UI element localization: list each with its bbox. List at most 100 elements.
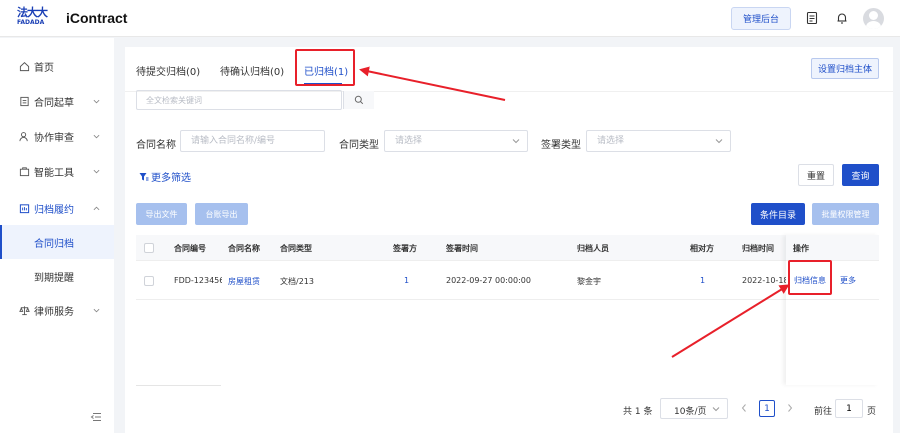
- chevron-down-icon: [93, 169, 100, 173]
- column-header: 合同编号: [174, 244, 206, 253]
- row-checkbox[interactable]: [144, 276, 154, 286]
- contract-name-label: 合同名称: [136, 140, 176, 151]
- sidebar-item-label: 首页: [34, 62, 54, 74]
- cell-archive-time: 2022-10-18: [742, 276, 786, 285]
- cell-signers-link[interactable]: 1: [404, 276, 409, 285]
- archive-icon: [19, 203, 30, 213]
- chevron-up-icon: [93, 206, 100, 210]
- more-filter-link[interactable]: 更多筛选: [139, 169, 191, 184]
- operation-column: 操作 归档信息 更多: [786, 235, 879, 385]
- sign-type-label: 签署类型: [541, 140, 581, 151]
- logo-cn-text: 法大大: [17, 6, 48, 19]
- goto-label: 前往: [814, 407, 833, 417]
- toolbox-icon: [19, 166, 30, 176]
- chevron-down-icon: [93, 99, 100, 103]
- sidebar-item-drafting[interactable]: 合同起草: [0, 84, 114, 118]
- search-icon: [354, 95, 364, 105]
- batch-permission-button[interactable]: 批量权限管理: [812, 203, 879, 225]
- contract-name-input[interactable]: [181, 131, 324, 151]
- sidebar-item-smart-tools[interactable]: 智能工具: [0, 154, 114, 188]
- filter-icon: [139, 172, 149, 180]
- top-header: 法大大 FADADA iContract 管理后台: [0, 0, 900, 37]
- cell-contract-type: 文档/213: [280, 277, 314, 286]
- query-button[interactable]: 查询: [842, 164, 879, 186]
- contract-type-input[interactable]: [385, 131, 527, 151]
- page-size-select[interactable]: 10条/页: [660, 398, 728, 419]
- cell-counterparty-link[interactable]: 1: [700, 276, 705, 285]
- export-file-button[interactable]: 导出文件: [136, 203, 187, 225]
- contract-name-field: [180, 130, 325, 152]
- ledger-export-button[interactable]: 台账导出: [195, 203, 248, 225]
- chevron-down-icon: [93, 134, 100, 138]
- admin-console-button[interactable]: 管理后台: [731, 7, 791, 30]
- app-title: iContract: [66, 10, 128, 26]
- fulltext-search: [136, 90, 374, 110]
- column-header: 签署时间: [446, 244, 478, 253]
- horizontal-scrollbar[interactable]: [136, 385, 221, 386]
- draft-icon: [20, 96, 29, 106]
- sidebar-subitem-contract-archive[interactable]: 合同归档: [0, 225, 114, 259]
- sidebar-item-home[interactable]: 首页: [0, 49, 114, 83]
- sidebar-item-label: 协作审查: [34, 132, 74, 144]
- column-header: 合同名称: [228, 244, 260, 253]
- sidebar-item-archive[interactable]: 归档履约: [0, 191, 114, 225]
- chevron-down-icon: [512, 139, 520, 144]
- collapse-menu-icon[interactable]: [90, 412, 102, 422]
- column-header: 合同类型: [280, 244, 312, 253]
- cell-archiver: 黎金宇: [577, 277, 601, 286]
- more-actions-link[interactable]: 更多: [840, 275, 856, 286]
- sidebar-item-review[interactable]: 协作审查: [0, 119, 114, 153]
- column-header: 归档时间: [742, 244, 774, 253]
- cell-contract-name-link[interactable]: 房屋租赁: [228, 276, 260, 287]
- sidebar-subitem-expiry-reminder[interactable]: 到期提醒: [0, 259, 114, 293]
- table-header: 合同编号 合同名称 合同类型 签署方 签署时间 归档人员 相对方 归档时间: [136, 235, 786, 261]
- more-filter-label: 更多筛选: [151, 173, 191, 184]
- tab-pending-submit[interactable]: 待提交归档(0): [136, 63, 200, 78]
- user-avatar[interactable]: [863, 8, 884, 29]
- logo-en-text: FADADA: [17, 19, 45, 26]
- operation-header: 操作: [786, 235, 879, 261]
- sidebar-subitem-label: 到期提醒: [34, 272, 74, 284]
- chevron-left-icon[interactable]: [740, 403, 748, 413]
- sign-type-select[interactable]: [586, 130, 731, 152]
- contract-type-select[interactable]: [384, 130, 528, 152]
- column-header: 归档人员: [577, 244, 609, 253]
- page-number-current[interactable]: 1: [759, 400, 775, 417]
- user-review-icon: [19, 131, 28, 141]
- scale-icon: [19, 305, 30, 315]
- goto-page-input[interactable]: [836, 400, 862, 417]
- home-icon: [19, 61, 30, 71]
- select-all-checkbox[interactable]: [144, 243, 154, 253]
- column-header: 签署方: [393, 244, 417, 253]
- goto-page-field: [835, 399, 863, 418]
- sidebar-item-label: 归档履约: [34, 204, 74, 216]
- page-unit-label: 页: [867, 407, 877, 417]
- chevron-right-icon[interactable]: [786, 403, 794, 413]
- sidebar-item-label: 律师服务: [34, 306, 74, 318]
- search-button[interactable]: [343, 91, 374, 109]
- cell-contract-number: FDD-123456: [174, 276, 222, 285]
- highlight-box-archive-info: [788, 260, 832, 295]
- contract-type-label: 合同类型: [339, 140, 379, 151]
- table-row: FDD-123456 房屋租赁 文档/213 1 2022-09-27 00:0…: [136, 262, 786, 300]
- pagination-total: 共 1 条: [623, 407, 653, 417]
- sidebar-item-label: 智能工具: [34, 167, 74, 179]
- chevron-down-icon: [93, 308, 100, 312]
- fulltext-search-input[interactable]: [137, 91, 342, 109]
- set-archive-subject-button[interactable]: 设置归档主体: [811, 58, 879, 79]
- bell-icon[interactable]: [835, 11, 849, 25]
- column-header: 操作: [793, 244, 809, 253]
- highlight-box-archived-tab: [295, 49, 355, 86]
- page-size-value: 10条/页: [674, 407, 707, 417]
- fadada-logo[interactable]: 法大大 FADADA: [17, 6, 48, 30]
- column-header: 相对方: [690, 244, 714, 253]
- main-panel: 待提交归档(0) 待确认归档(0) 已归档(1) 设置归档主体 合同名称 合同类…: [125, 47, 893, 433]
- chevron-down-icon: [712, 407, 720, 412]
- document-icon[interactable]: [805, 11, 819, 25]
- condition-directory-button[interactable]: 条件目录: [751, 203, 805, 225]
- sidebar-item-lawyer-service[interactable]: 律师服务: [0, 293, 114, 327]
- sign-type-input[interactable]: [587, 131, 730, 151]
- reset-button[interactable]: 重置: [798, 164, 834, 186]
- sidebar: 首页 合同起草 协作审查 智能工具 归档履约 合同归档 到期提醒 律师服务: [0, 38, 114, 433]
- tab-pending-confirm[interactable]: 待确认归档(0): [220, 63, 284, 78]
